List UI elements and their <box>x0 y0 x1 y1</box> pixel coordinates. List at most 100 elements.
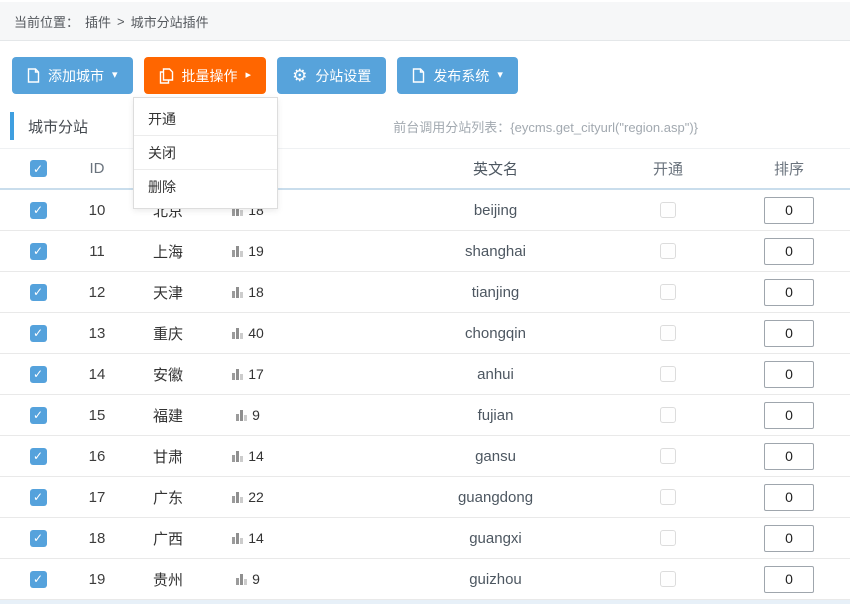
row-visit-count: 9 <box>218 571 278 587</box>
row-english-name: guangxi <box>278 530 608 547</box>
row-select-checkbox[interactable]: ✓ <box>30 325 47 342</box>
row-select-checkbox[interactable]: ✓ <box>30 530 47 547</box>
row-id: 12 <box>76 284 118 301</box>
row-sort-input[interactable] <box>764 566 814 593</box>
toolbar: 添加城市 ▾ 批量操作 ▸ ⚙ 分站设置 发布系统 ▾ <box>0 41 850 94</box>
row-sort-input[interactable] <box>764 525 814 552</box>
chevron-down-icon: ▾ <box>497 70 503 81</box>
chevron-right-icon: ▸ <box>246 70 252 81</box>
publish-system-button[interactable]: 发布系统 ▾ <box>397 57 518 94</box>
table-row: ✓ 18 广西 14 guangxi <box>0 518 850 559</box>
row-open-checkbox[interactable] <box>660 407 676 423</box>
row-id: 19 <box>76 571 118 588</box>
row-city-name: 广西 <box>118 528 218 549</box>
row-select-checkbox[interactable]: ✓ <box>30 571 47 588</box>
breadcrumb-link-plugins[interactable]: 插件 <box>85 12 111 31</box>
row-select-checkbox[interactable]: ✓ <box>30 366 47 383</box>
row-sort-input[interactable] <box>764 238 814 265</box>
gear-icon: ⚙ <box>292 67 307 84</box>
row-open-checkbox[interactable] <box>660 325 676 341</box>
row-select-checkbox[interactable]: ✓ <box>30 243 47 260</box>
bar-chart-icon <box>232 328 243 339</box>
file-icon <box>27 68 40 83</box>
row-open-checkbox[interactable] <box>660 489 676 505</box>
row-visit-count: 19 <box>218 243 278 259</box>
bar-chart-icon <box>232 492 243 503</box>
bar-chart-icon <box>232 287 243 298</box>
city-subsite-plugin-page: 当前位置： 插件 > 城市分站插件 添加城市 ▾ 批量操作 ▸ ⚙ 分站设置 <box>0 0 850 604</box>
row-count-value: 40 <box>248 325 264 341</box>
table-row: ✓ 17 广东 22 guangdong <box>0 477 850 518</box>
menu-item-delete[interactable]: 删除 <box>134 170 277 204</box>
row-count-value: 14 <box>248 448 264 464</box>
row-sort-input[interactable] <box>764 197 814 224</box>
section-title: 城市分站 <box>28 116 88 137</box>
menu-item-close[interactable]: 关闭 <box>134 136 277 170</box>
row-count-value: 22 <box>248 489 264 505</box>
table-body: ✓ 10 北京 18 beijing ✓ 11 上海 19 shanghai <box>0 190 850 600</box>
table-header: ✓ ID 英文名 开通 排序 <box>0 149 850 190</box>
row-open-checkbox[interactable] <box>660 571 676 587</box>
row-select-checkbox[interactable]: ✓ <box>30 202 47 219</box>
row-sort-input[interactable] <box>764 443 814 470</box>
row-id: 18 <box>76 530 118 547</box>
breadcrumb-current: 城市分站插件 <box>131 12 209 31</box>
publish-system-label: 发布系统 <box>433 66 489 86</box>
row-select-checkbox[interactable]: ✓ <box>30 284 47 301</box>
header-sort: 排序 <box>728 158 850 179</box>
batch-operation-label: 批量操作 <box>182 66 238 86</box>
header-open: 开通 <box>608 158 728 179</box>
row-count-value: 19 <box>248 243 264 259</box>
row-count-value: 9 <box>252 407 260 423</box>
row-open-checkbox[interactable] <box>660 202 676 218</box>
select-all-checkbox[interactable]: ✓ <box>30 160 47 177</box>
row-count-value: 18 <box>248 284 264 300</box>
bottom-strip <box>0 600 850 604</box>
add-city-button[interactable]: 添加城市 ▾ <box>12 57 133 94</box>
row-select-checkbox[interactable]: ✓ <box>30 407 47 424</box>
row-english-name: tianjing <box>278 284 608 301</box>
row-sort-input[interactable] <box>764 279 814 306</box>
row-id: 17 <box>76 489 118 506</box>
row-open-checkbox[interactable] <box>660 530 676 546</box>
row-sort-input[interactable] <box>764 320 814 347</box>
row-count-value: 9 <box>252 571 260 587</box>
section-marker <box>10 112 14 140</box>
row-sort-input[interactable] <box>764 402 814 429</box>
row-english-name: beijing <box>278 202 608 219</box>
row-visit-count: 18 <box>218 284 278 300</box>
table-row: ✓ 19 贵州 9 guizhou <box>0 559 850 600</box>
bar-chart-icon <box>232 246 243 257</box>
bar-chart-icon <box>232 369 243 380</box>
subsite-settings-button[interactable]: ⚙ 分站设置 <box>277 57 386 94</box>
row-city-name: 甘肃 <box>118 446 218 467</box>
row-open-checkbox[interactable] <box>660 284 676 300</box>
row-visit-count: 14 <box>218 530 278 546</box>
header-english: 英文名 <box>278 158 608 179</box>
row-sort-input[interactable] <box>764 361 814 388</box>
bar-chart-icon <box>236 410 247 421</box>
row-open-checkbox[interactable] <box>660 448 676 464</box>
row-id: 11 <box>76 243 118 260</box>
table-row: ✓ 11 上海 19 shanghai <box>0 231 850 272</box>
row-english-name: chongqin <box>278 325 608 342</box>
row-select-checkbox[interactable]: ✓ <box>30 448 47 465</box>
row-select-checkbox[interactable]: ✓ <box>30 489 47 506</box>
breadcrumb-label: 当前位置： <box>14 12 79 31</box>
table-row: ✓ 12 天津 18 tianjing <box>0 272 850 313</box>
subsite-settings-label: 分站设置 <box>315 66 371 86</box>
breadcrumb-separator: > <box>117 14 125 29</box>
row-city-name: 广东 <box>118 487 218 508</box>
row-english-name: guizhou <box>278 571 608 588</box>
row-open-checkbox[interactable] <box>660 366 676 382</box>
row-id: 13 <box>76 325 118 342</box>
row-sort-input[interactable] <box>764 484 814 511</box>
bar-chart-icon <box>232 451 243 462</box>
menu-item-open[interactable]: 开通 <box>134 102 277 136</box>
row-city-name: 重庆 <box>118 323 218 344</box>
row-open-checkbox[interactable] <box>660 243 676 259</box>
row-visit-count: 9 <box>218 407 278 423</box>
row-id: 16 <box>76 448 118 465</box>
batch-operation-button[interactable]: 批量操作 ▸ <box>144 57 267 94</box>
row-visit-count: 17 <box>218 366 278 382</box>
